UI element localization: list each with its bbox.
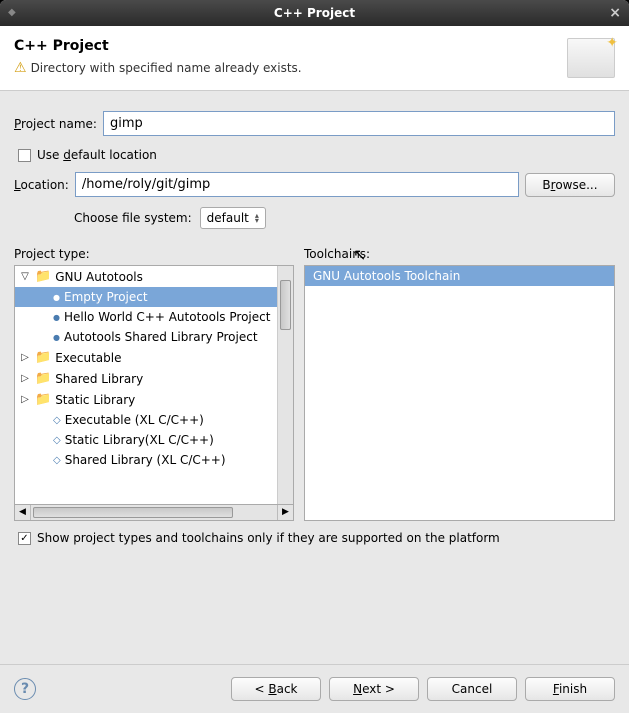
tree-node-xl-static[interactable]: ◇Static Library(XL C/C++) — [15, 430, 277, 450]
tree-node-hello-world[interactable]: ●Hello World C++ Autotools Project — [15, 307, 277, 327]
close-icon[interactable]: × — [609, 5, 621, 21]
wizard-header: C++ Project ⚠ Directory with specified n… — [0, 26, 629, 91]
finish-button[interactable]: Finish — [525, 677, 615, 701]
project-name-label: Project name: — [14, 117, 97, 131]
bullet-icon: ● — [53, 333, 60, 342]
folder-icon: 📁 — [35, 392, 51, 407]
location-input[interactable] — [75, 172, 519, 197]
wizard-banner-icon — [567, 38, 615, 78]
tree-node-empty-project[interactable]: ●Empty Project — [15, 287, 277, 307]
file-system-label: Choose file system: — [74, 211, 192, 225]
help-icon[interactable]: ? — [14, 678, 36, 700]
scroll-right-icon[interactable]: ▶ — [277, 505, 293, 520]
cancel-button[interactable]: Cancel — [427, 677, 517, 701]
project-type-tree[interactable]: ▽📁GNU Autotools ●Empty Project ●Hello Wo… — [15, 266, 277, 504]
project-type-label: Project type: — [14, 247, 294, 261]
default-location-label: Use default location — [37, 148, 157, 162]
diamond-icon: ◇ — [53, 455, 61, 466]
location-label: Location: — [14, 178, 69, 192]
tree-node-autotools-shared[interactable]: ●Autotools Shared Library Project — [15, 327, 277, 347]
spinner-arrows-icon: ▴▾ — [255, 213, 259, 223]
diamond-icon: ◇ — [53, 415, 61, 426]
list-item[interactable]: GNU Autotools Toolchain — [305, 266, 614, 286]
tree-node-shared-library[interactable]: ▷📁Shared Library — [15, 368, 277, 389]
folder-icon: 📁 — [35, 350, 51, 365]
scroll-left-icon[interactable]: ◀ — [15, 505, 31, 520]
file-system-select[interactable]: default ▴▾ — [200, 207, 266, 229]
project-name-input[interactable] — [103, 111, 615, 136]
bullet-icon: ● — [53, 313, 60, 322]
warning-icon: ⚠ — [14, 60, 27, 76]
tree-vscrollbar[interactable] — [277, 266, 293, 504]
window-title: C++ Project — [274, 6, 355, 20]
tree-node-static-library[interactable]: ▷📁Static Library — [15, 389, 277, 410]
bullet-icon: ● — [53, 293, 60, 302]
browse-button[interactable]: Browse... — [525, 173, 615, 197]
filter-supported-checkbox[interactable] — [18, 532, 31, 545]
toolchains-list[interactable]: GNU Autotools Toolchain — [304, 265, 615, 521]
folder-icon: 📁 — [35, 269, 51, 284]
warning-row: ⚠ Directory with specified name already … — [14, 60, 302, 76]
tree-hscrollbar[interactable]: ◀ ▶ — [14, 505, 294, 521]
page-title: C++ Project — [14, 38, 302, 54]
tree-node-executable[interactable]: ▷📁Executable — [15, 347, 277, 368]
next-button[interactable]: Next > — [329, 677, 419, 701]
filter-supported-label: Show project types and toolchains only i… — [37, 531, 500, 545]
tree-node-gnu-autotools[interactable]: ▽📁GNU Autotools — [15, 266, 277, 287]
tree-node-xl-executable[interactable]: ◇Executable (XL C/C++) — [15, 410, 277, 430]
back-button[interactable]: < Back — [231, 677, 321, 701]
folder-icon: 📁 — [35, 371, 51, 386]
titlebar: ◆ C++ Project × — [0, 0, 629, 26]
tree-node-xl-shared[interactable]: ◇Shared Library (XL C/C++) — [15, 450, 277, 470]
window-menu-icon[interactable]: ◆ — [8, 7, 16, 18]
diamond-icon: ◇ — [53, 435, 61, 446]
default-location-checkbox[interactable] — [18, 149, 31, 162]
toolchains-label: Toolchains: — [304, 247, 615, 261]
warning-text: Directory with specified name already ex… — [31, 61, 302, 75]
wizard-footer: ? < Back Next > Cancel Finish — [0, 664, 629, 713]
